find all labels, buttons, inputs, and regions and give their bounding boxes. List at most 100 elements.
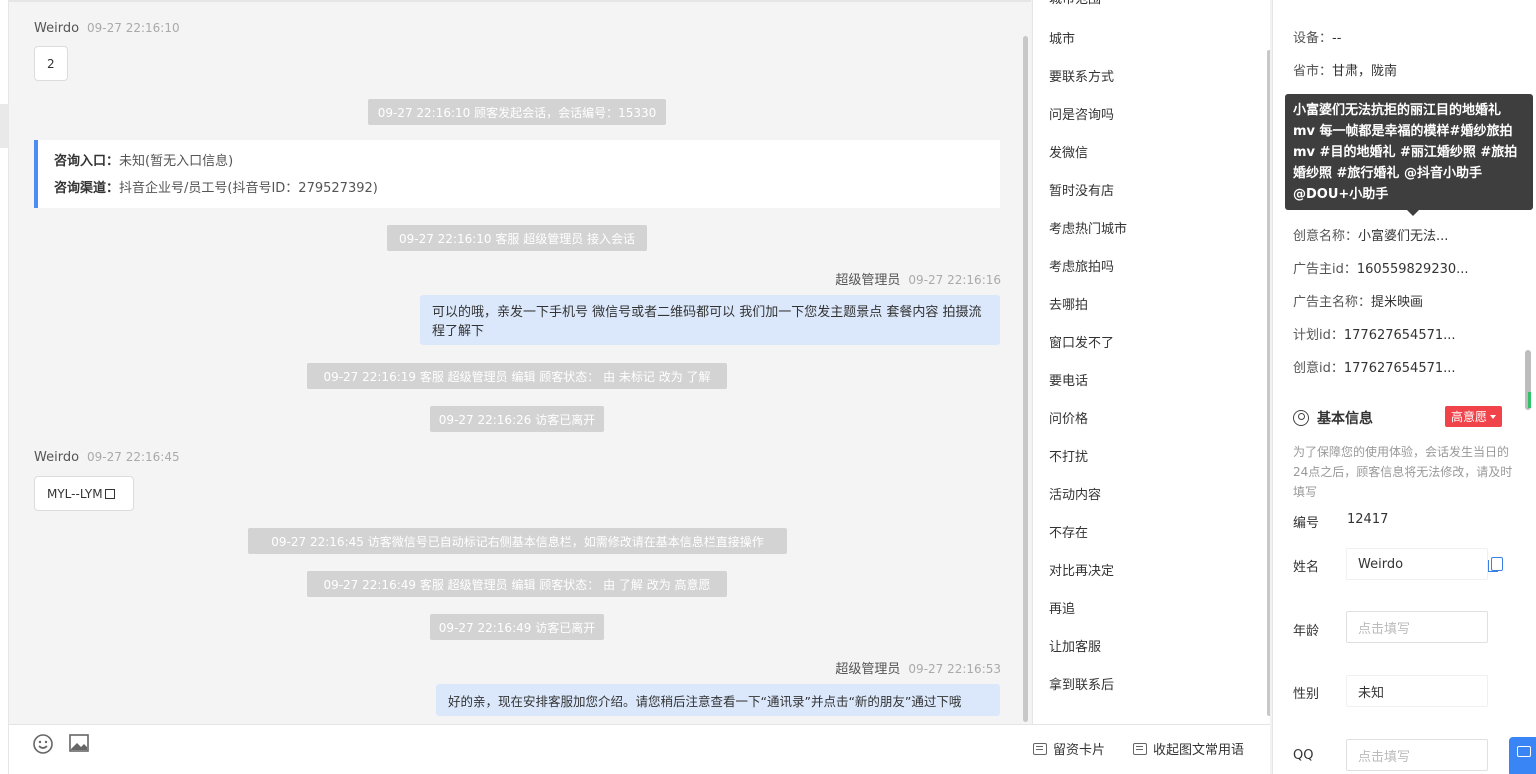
creative-id-value: 177627654571... [1343,361,1456,376]
message-bubble[interactable]: 好的亲，现在安排客服加您介绍。请您稍后注意查看一下“通讯录”并点击“新的朋友”通… [436,684,1000,716]
basic-info-title: 基本信息 [1317,411,1373,427]
quick-reply-panel: 城市范围 城市要联系方式问是咨询吗发微信暂时没有店考虑热门城市考虑旅拍吗去哪拍窗… [1032,0,1270,724]
advertiser-name-row: 广告主名称：提米映画 [1293,291,1423,310]
plan-id-label: 计划id： [1293,328,1344,343]
input-toolbar: 留资卡片 收起图文常用语 [9,724,1270,774]
quick-reply-item[interactable]: 要联系方式 [1049,66,1114,85]
creative-name-label: 创意名称： [1293,229,1359,244]
quick-reply-item[interactable]: 要电话 [1049,370,1088,389]
advertiser-name-value: 提米映画 [1371,295,1424,310]
message-time: 09-27 22:16:45 [87,450,180,464]
creative-id-row: 创意id：177627654571... [1293,357,1456,376]
channel-label: 咨询渠道： [54,181,120,196]
person-icon [1293,410,1309,426]
sender-name: 超级管理员 [835,662,901,677]
system-message: 09-27 22:16:49 客服 超级管理员 编辑 顾客状态： 由 了解 改为… [307,571,727,597]
sender-name: Weirdo [34,21,80,36]
entry-label: 咨询入口： [54,154,120,169]
quick-reply-item[interactable]: 考虑旅拍吗 [1049,256,1114,275]
image-icon[interactable] [68,732,90,754]
message-sender: 超级管理员 09-27 22:16:16 [835,269,1001,288]
creative-name-value: 小富婆们无法... [1358,229,1449,244]
quick-reply-item[interactable]: 城市 [1049,28,1075,47]
qq-field[interactable]: 点击填写 [1346,739,1488,771]
quick-reply-item[interactable]: 发微信 [1049,142,1088,161]
quick-reply-item[interactable]: 再追 [1049,598,1075,617]
gender-label: 性别 [1293,687,1320,702]
copy-icon[interactable] [1488,557,1503,572]
collapse-phrases-button[interactable]: 收起图文常用语 [1133,739,1244,758]
quick-reply-item[interactable]: 暂时没有店 [1049,180,1114,199]
card-icon [1033,742,1047,755]
basic-info-header: 基本信息 [1293,408,1373,428]
quick-reply-item[interactable]: 活动内容 [1049,484,1101,503]
creative-id-label: 创意id： [1293,361,1344,376]
device-value: -- [1332,31,1342,46]
sender-name: 超级管理员 [835,273,901,288]
system-message: 09-27 22:16:49 访客已离开 [430,614,604,640]
scroll-indicator [1528,392,1531,408]
entry-value: 未知(暂无入口信息) [119,154,234,169]
quick-reply-item[interactable]: 窗口发不了 [1049,332,1114,351]
quick-reply-item[interactable]: 问价格 [1049,408,1088,427]
quick-reply-item[interactable]: 去哪拍 [1049,294,1088,313]
app-root: Weirdo 09-27 22:16:10 2 09-27 22:16:10 顾客… [0,0,1536,774]
gender-select[interactable]: 未知 [1346,675,1488,707]
smile-icon[interactable] [32,733,54,755]
province-label: 省市： [1293,64,1333,79]
sender-name: Weirdo [34,450,80,465]
plan-id-row: 计划id：177627654571... [1293,324,1456,343]
age-field[interactable]: 点击填写 [1346,611,1488,643]
message-bubble[interactable]: MYL--LYM [34,476,134,511]
quick-reply-item[interactable]: 不打扰 [1049,446,1088,465]
copy-icon[interactable] [104,488,115,499]
creative-name-row[interactable]: 创意名称：小富婆们无法... [1293,225,1448,244]
quick-reply-item[interactable]: 拿到联系后 [1049,674,1114,693]
quick-reply-item[interactable]: 问是咨询吗 [1049,104,1114,123]
province-row: 省市：甘肃，陇南 [1293,60,1397,79]
message-bubble[interactable]: 可以的哦，亲发一下手机号 微信号或者二维码都可以 我们加一下您发主题景点 套餐内… [420,295,1000,345]
left-strip [0,0,9,774]
province-value: 甘肃，陇南 [1332,64,1398,79]
message-sender: 超级管理员 09-27 22:16:53 [835,658,1001,677]
system-message: 09-27 22:16:10 顾客发起会话，会话编号：15330 [368,99,666,125]
channel-row: 咨询渠道：抖音企业号/员工号(抖音号ID：279527392) [54,179,984,199]
collapse-handle[interactable] [0,104,9,148]
collapse-phrases-label: 收起图文常用语 [1153,743,1245,758]
message-time: 09-27 22:16:10 [87,21,180,35]
message-sender: Weirdo 09-27 22:16:10 [34,21,180,36]
system-message: 09-27 22:16:19 客服 超级管理员 编辑 顾客状态： 由 未标记 改… [307,363,727,389]
float-chat-button[interactable] [1509,737,1536,774]
quick-scrollbar[interactable] [1267,50,1270,716]
creative-tooltip: 小富婆们无法抗拒的丽江目的地婚礼 mv 每一帧都是幸福的模样#婚纱旅拍 mv #… [1285,94,1533,216]
quick-reply-item[interactable]: 考虑热门城市 [1049,218,1127,237]
quick-reply-item[interactable]: 让加客服 [1049,636,1101,655]
number-value: 12417 [1347,512,1389,527]
quick-reply-item[interactable]: 不存在 [1049,522,1088,541]
advertiser-name-label: 广告主名称： [1293,295,1372,310]
name-field[interactable]: Weirdo [1346,548,1488,580]
advertiser-id-label: 广告主id： [1293,262,1357,277]
entry-row: 咨询入口：未知(暂无入口信息) [54,152,984,172]
quick-reply-item[interactable]: 对比再决定 [1049,560,1114,579]
qq-label: QQ [1293,748,1314,763]
plan-id-value: 177627654571... [1343,328,1456,343]
lead-card-button[interactable]: 留资卡片 [1033,739,1105,758]
advertiser-id-row: 广告主id：160559829230... [1293,258,1469,277]
device-label: 设备： [1293,31,1333,46]
system-message: 09-27 22:16:26 访客已离开 [430,406,604,432]
edit-note: 为了保障您的使用体验，会话发生当日的24点之后，顾客信息将无法修改，请及时填写 [1293,445,1513,499]
message-text: MYL--LYM [47,486,103,501]
intent-badge[interactable]: 高意愿 [1445,406,1503,427]
phrases-icon [1133,742,1147,755]
advertiser-id-value: 160559829230... [1356,262,1469,277]
message-time: 09-27 22:16:16 [908,273,1001,287]
number-label: 编号 [1293,516,1320,531]
channel-value: 抖音企业号/员工号(抖音号ID：279527392) [119,181,378,196]
chat-scrollbar[interactable] [1023,36,1028,722]
message-bubble[interactable]: 2 [34,46,68,81]
message-text: 2 [47,56,55,71]
lead-card-label: 留资卡片 [1053,743,1106,758]
quick-reply-item[interactable]: 城市范围 [1049,0,1101,7]
message-sender: Weirdo 09-27 22:16:45 [34,450,180,465]
